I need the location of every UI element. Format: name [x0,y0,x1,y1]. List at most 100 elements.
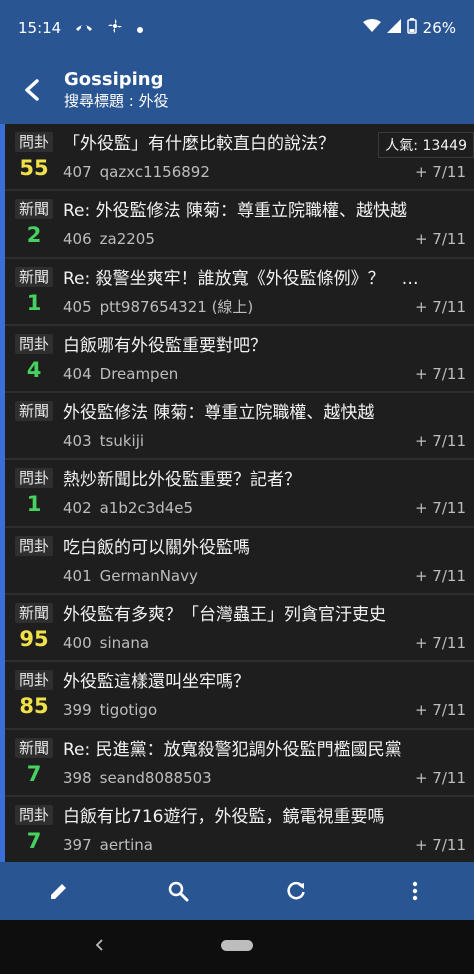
post-title: 外役監這樣還叫坐牢嗎？ [63,672,250,693]
post-title: Re: 殺警坐爽牢！誰放寬《外役監條例》？ … [63,268,419,289]
nav-home-pill[interactable] [221,940,253,951]
post-content: Re: 民進黨：放寬殺警犯調外役監門檻國民黨 398 seand8088503 … [63,730,474,795]
post-content: 白飯哪有外役監重要對吧？ 404 Dreampen + 7/11 [63,326,474,391]
compose-button[interactable] [30,862,88,920]
refresh-button[interactable] [267,862,325,920]
search-subtitle: 搜尋標題 : 外役 [64,91,169,110]
post-meta: 402 a1b2c3d4e5 + 7/11 [63,498,474,518]
post-author: ptt987654321 (線上) [99,297,254,316]
post-category-tag: 新聞 [14,603,53,624]
post-number: 397 [63,835,92,854]
post-meta: 401 GermanNavy + 7/11 [63,566,474,586]
post-content: 白飯有比716遊行，外役監，鏡電視重要嗎 397 aertina + 7/11 [63,797,474,862]
push-count: 7 [26,828,42,853]
post-number: 398 [63,768,92,787]
post-row[interactable]: 問卦 1 熱炒新聞比外役監重要？記者？ 402 a1b2c3d4e5 + 7/1… [5,460,474,528]
post-title: 熱炒新聞比外役監重要？記者？ [63,470,301,491]
post-date: + 7/11 [414,230,466,249]
post-badge-column: 新聞 95 [5,595,63,660]
missed-call-icon [75,19,93,37]
post-row[interactable]: 問卦 85 外役監這樣還叫坐牢嗎？ 399 tigotigo + 7/11 [5,662,474,730]
post-author: za2205 [99,230,155,249]
post-date: + 7/11 [414,163,466,181]
status-time: 15:14 [18,19,62,37]
post-row[interactable]: 問卦 4 白飯哪有外役監重要對吧？ 404 Dreampen + 7/11 [5,325,474,394]
post-content: Re: 殺警坐爽牢！誰放寬《外役監條例》？ … 405 ptt987654321… [63,259,474,324]
post-author: qazxc1156892 [99,163,210,181]
post-badge-column: 新聞 2 [5,191,63,256]
post-badge-column: 問卦 1 [5,460,63,525]
post-content: 外役監這樣還叫坐牢嗎？ 399 tigotigo + 7/11 [63,662,474,727]
post-badge-column: 問卦 [5,528,63,593]
signal-icon [386,19,401,37]
push-count: 55 [19,156,49,180]
post-meta: 407 qazxc1156892 + 7/11 [63,162,474,182]
post-number: 401 [63,566,92,585]
post-category-tag: 問卦 [14,132,53,152]
push-count: 4 [26,357,42,382]
post-badge-column: 問卦 85 [5,662,63,727]
post-category-tag: 新聞 [14,401,53,422]
post-meta: 397 aertina + 7/11 [63,835,474,855]
post-author: tsukiji [99,432,145,451]
post-date: + 7/11 [414,768,466,787]
push-count: 2 [26,223,42,248]
post-category-tag: 新聞 [14,199,53,220]
push-count: 85 [19,694,49,719]
post-title: 外役監修法 陳菊：尊重立院職權、越快越 [63,403,375,424]
post-author: tigotigo [99,701,158,720]
post-date: + 7/11 [414,835,466,854]
post-row[interactable]: 問卦 吃白飯的可以關外役監嗎 401 GermanNavy + 7/11 [5,527,474,596]
dot-icon [137,19,144,37]
post-author: aertina [99,835,153,854]
post-meta: 400 sinana + 7/11 [63,633,474,653]
post-date: + 7/11 [414,364,466,383]
push-count: 1 [26,492,42,517]
post-date: + 7/11 [414,432,466,451]
post-author: seand8088503 [99,768,212,787]
post-category-tag: 問卦 [14,333,53,354]
post-row[interactable]: 新聞 1 Re: 殺警坐爽牢！誰放寬《外役監條例》？ … 405 ptt9876… [5,258,474,326]
nav-back-button[interactable] [94,936,104,957]
post-author: GermanNavy [99,566,198,585]
post-category-tag: 新聞 [14,737,53,758]
post-badge-column: 問卦 4 [5,326,63,391]
post-category-tag: 新聞 [14,266,53,287]
post-category-tag: 問卦 [14,670,53,691]
status-bar: 15:14 26% [0,0,474,56]
post-title: 外役監有多爽？「台灣蟲王」列貪官汙吏史 [63,605,386,626]
chevron-left-icon [95,939,103,951]
post-row[interactable]: 新聞 7 Re: 民進黨：放寬殺警犯調外役監門檻國民黨 398 seand808… [5,729,474,797]
search-button[interactable] [149,862,207,920]
back-button[interactable] [0,56,64,124]
post-number: 407 [63,163,92,181]
search-icon [168,881,189,902]
post-title: 吃白飯的可以關外役監嗎 [63,537,250,558]
post-row[interactable]: 問卦 7 白飯有比716遊行，外役監，鏡電視重要嗎 397 aertina + … [5,796,474,862]
post-row[interactable]: 新聞 95 外役監有多爽？「台灣蟲王」列貪官汙吏史 400 sinana + 7… [5,595,474,663]
post-number: 402 [63,499,92,518]
post-list[interactable]: 問卦 55 「外役監」有什麼比較直白的說法？ 407 qazxc1156892 … [5,124,474,862]
post-number: 406 [63,230,92,249]
post-content: 吃白飯的可以關外役監嗎 401 GermanNavy + 7/11 [63,528,474,593]
push-count: 1 [26,290,42,315]
post-content: 熱炒新聞比外役監重要？記者？ 402 a1b2c3d4e5 + 7/11 [63,460,474,525]
post-category-tag: 問卦 [14,804,53,825]
post-badge-column: 問卦 55 [5,124,63,189]
refresh-icon [287,881,305,900]
app-bar: Gossiping 搜尋標題 : 外役 [0,56,474,124]
post-row[interactable]: 新聞 外役監修法 陳菊：尊重立院職權、越快越 403 tsukiji + 7/1… [5,393,474,461]
post-row[interactable]: 新聞 2 Re: 外役監修法 陳菊：尊重立院職權、越快越 406 za2205 … [5,191,474,259]
post-date: + 7/11 [414,634,466,653]
post-number: 400 [63,634,92,653]
battery-percent: 26% [422,19,456,37]
post-badge-column: 新聞 1 [5,259,63,324]
post-date: + 7/11 [414,566,466,585]
post-number: 403 [63,432,92,451]
more-options-button[interactable] [386,862,444,920]
post-date: + 7/11 [414,701,466,720]
post-content: 外役監有多爽？「台灣蟲王」列貪官汙吏史 400 sinana + 7/11 [63,595,474,660]
post-meta: 405 ptt987654321 (線上) + 7/11 [63,297,474,317]
board-title: Gossiping [64,69,164,91]
fan-icon [107,18,123,38]
